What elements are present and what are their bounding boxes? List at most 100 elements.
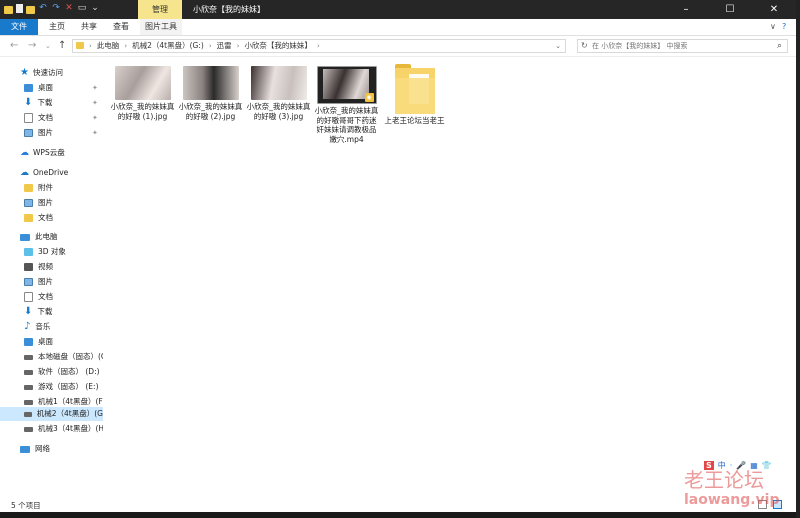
search-box[interactable]: ↻ ⌕ <box>577 39 788 53</box>
file-item[interactable]: 小欣奈_我的妹妹真的好嗷 (2).jpg <box>178 66 243 121</box>
navigation-pane: ★ 快速访问 桌面 ✦ ⬇ 下载 ✦ 文档 ✦ 图片 ✦ ☁ WPS云盘 ☁ O… <box>0 60 103 500</box>
sidebar-item-network[interactable]: 网络 <box>20 442 50 456</box>
manage-tab[interactable]: 管理 <box>138 0 182 19</box>
chevron-right-icon: › <box>316 42 320 50</box>
sidebar-item-this-pc[interactable]: 此电脑 <box>20 230 58 244</box>
drive-icon <box>24 426 33 432</box>
sidebar-item-drive-d[interactable]: 软件（固态） (D:) <box>24 365 100 379</box>
file-name: 小欣奈_我的妹妹真的好嗷 (2).jpg <box>178 102 243 121</box>
breadcrumb-item[interactable]: 机械2（4t黑盘）(G:) <box>132 40 204 52</box>
sidebar-item-pc-desktop[interactable]: 桌面 <box>24 335 53 349</box>
sidebar-item-desktop[interactable]: 桌面 <box>24 81 53 95</box>
search-icon[interactable]: ⌕ <box>777 40 782 52</box>
close-button[interactable]: ✕ <box>752 0 796 19</box>
tab-share[interactable]: 共享 <box>76 19 102 35</box>
picture-icon <box>24 278 33 286</box>
cloud-icon: ☁ <box>20 168 29 178</box>
chevron-right-icon: › <box>236 42 240 50</box>
drive-icon <box>24 354 33 360</box>
chevron-down-icon[interactable]: ⌄ <box>555 40 561 52</box>
sidebar-item-documents[interactable]: 文档 <box>24 111 53 125</box>
sidebar-item-drive-c[interactable]: 本地磁盘（固态）(C <box>24 350 103 364</box>
delete-icon[interactable]: ✕ <box>64 3 74 14</box>
tab-view[interactable]: 查看 <box>108 19 134 35</box>
tab-picture-tools[interactable]: 图片工具 <box>140 19 182 35</box>
sidebar-item-pc-downloads[interactable]: ⬇ 下载 <box>24 305 52 319</box>
forward-icon[interactable]: → <box>28 40 36 51</box>
chevron-right-icon: › <box>124 42 128 50</box>
folder-icon[interactable] <box>4 5 13 14</box>
rename-icon[interactable]: ▭ <box>77 3 87 14</box>
minimize-button[interactable]: – <box>664 0 708 19</box>
star-icon: ★ <box>20 67 29 78</box>
sidebar-item-drive-h[interactable]: 机械3（4t黑盘）(H <box>24 422 103 436</box>
ribbon-tabs: 文件 主页 共享 查看 图片工具 ∨ ? <box>0 19 796 36</box>
picture-icon <box>24 129 33 137</box>
breadcrumb: › 此电脑 › 机械2（4t黑盘）(G:) › 迅雷 › 小欣奈【我的妹妹】 › <box>89 40 320 52</box>
desktop-icon <box>24 84 33 92</box>
video-icon <box>24 263 33 271</box>
file-item[interactable]: 小欣奈_我的妹妹真的好嗷 (1).jpg <box>110 66 175 121</box>
new-folder-icon[interactable] <box>26 5 35 14</box>
folder-icon <box>394 62 435 114</box>
sidebar-item-downloads[interactable]: ⬇ 下载 <box>24 96 52 110</box>
breadcrumb-item[interactable]: 迅雷 <box>217 40 232 52</box>
sidebar-item-music[interactable]: ♪ 音乐 <box>24 320 50 334</box>
sidebar-item-3d-objects[interactable]: 3D 对象 <box>24 245 66 259</box>
chevron-right-icon: › <box>89 42 92 50</box>
media-player-icon: ◉ <box>364 93 374 102</box>
watermark: 老王论坛 <box>684 468 764 492</box>
breadcrumb-item[interactable]: 此电脑 <box>97 40 120 52</box>
redo-icon[interactable]: ↷ <box>51 3 61 14</box>
drive-icon <box>24 399 33 405</box>
pin-icon[interactable]: ✦ <box>92 114 98 122</box>
window-title: 小欣奈【我的妹妹】 <box>193 5 265 14</box>
file-item[interactable]: 小欣奈_我的妹妹真的好嗷 (3).jpg <box>246 66 311 121</box>
document-icon <box>24 113 33 123</box>
sidebar-item-drive-g[interactable]: 机械2（4t黑盘）(G <box>0 407 103 421</box>
music-icon: ♪ <box>24 321 31 332</box>
maximize-button[interactable]: ☐ <box>708 0 752 19</box>
drive-icon <box>24 411 32 417</box>
sidebar-item-pc-pictures[interactable]: 图片 <box>24 275 53 289</box>
watermark-url: laowang.vip <box>684 492 780 508</box>
search-input[interactable] <box>592 40 772 52</box>
quick-access-toolbar: ↶ ↷ ✕ ▭ ⌄ <box>4 3 100 14</box>
back-icon[interactable]: ← <box>10 40 18 51</box>
refresh-icon[interactable]: ↻ <box>581 40 588 52</box>
properties-icon[interactable] <box>16 4 23 13</box>
sidebar-item-videos[interactable]: 视频 <box>24 260 53 274</box>
sidebar-item-onedrive[interactable]: ☁ OneDrive <box>20 166 68 180</box>
title-bar: ↶ ↷ ✕ ▭ ⌄ 管理 小欣奈【我的妹妹】 – ☐ ✕ <box>0 0 796 19</box>
image-thumbnail <box>250 66 307 100</box>
breadcrumb-item[interactable]: 小欣奈【我的妹妹】 <box>244 40 312 52</box>
file-item[interactable]: ◉ 小欣奈_我的妹妹真的好嗷哥哥下药迷奸妹妹请调教极品嫩穴.mp4 <box>314 66 379 144</box>
video-thumbnail: ◉ <box>316 66 377 104</box>
sidebar-item-drive-e[interactable]: 游戏（固态） (E:) <box>24 380 99 394</box>
up-icon[interactable]: ↑ <box>58 40 66 51</box>
folder-icon <box>76 42 84 49</box>
pin-icon[interactable]: ✦ <box>92 99 98 107</box>
ribbon-expand-icon[interactable]: ∨ <box>770 22 776 31</box>
sidebar-item-onedrive-documents[interactable]: 文档 <box>24 211 53 225</box>
sidebar-item-wps-cloud[interactable]: ☁ WPS云盘 <box>20 146 65 160</box>
file-name: 上老王论坛当老王 <box>384 116 445 125</box>
help-icon[interactable]: ? <box>782 22 786 31</box>
address-bar[interactable]: › 此电脑 › 机械2（4t黑盘）(G:) › 迅雷 › 小欣奈【我的妹妹】 ›… <box>72 39 566 53</box>
picture-icon <box>24 199 33 207</box>
tab-file[interactable]: 文件 <box>0 19 38 35</box>
customize-toolbar-icon[interactable]: ⌄ <box>90 3 100 14</box>
pin-icon[interactable]: ✦ <box>92 129 98 137</box>
sidebar-item-pictures[interactable]: 图片 <box>24 126 53 140</box>
sidebar-item-quick-access[interactable]: ★ 快速访问 <box>20 66 63 80</box>
document-icon <box>24 292 33 302</box>
sidebar-item-attachments[interactable]: 附件 <box>24 181 53 195</box>
recent-locations-icon[interactable]: ⌄ <box>45 42 51 50</box>
sidebar-item-pc-documents[interactable]: 文档 <box>24 290 53 304</box>
tab-home[interactable]: 主页 <box>44 19 70 35</box>
pin-icon[interactable]: ✦ <box>92 84 98 92</box>
folder-item[interactable]: 上老王论坛当老王 <box>382 62 447 126</box>
sidebar-item-onedrive-pictures[interactable]: 图片 <box>24 196 53 210</box>
folder-icon <box>24 214 33 222</box>
undo-icon[interactable]: ↶ <box>38 3 48 14</box>
